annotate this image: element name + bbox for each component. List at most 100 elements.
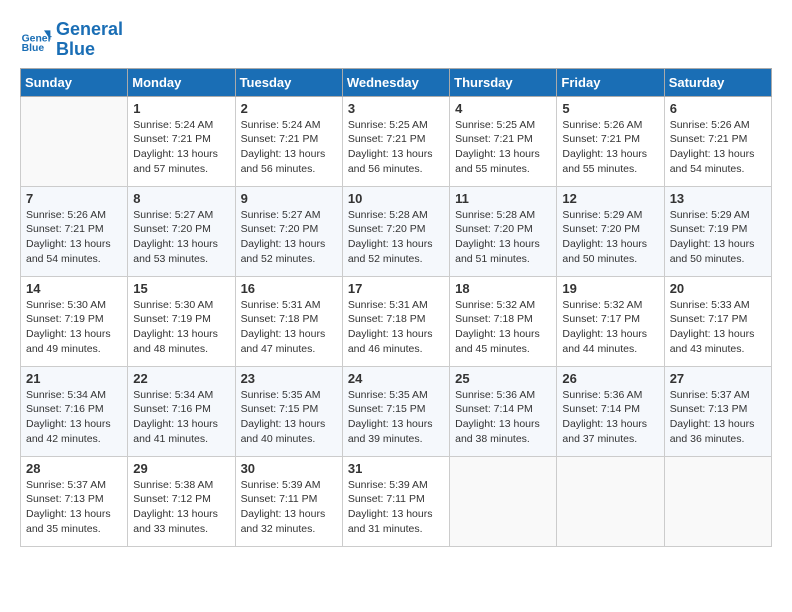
day-info: Sunrise: 5:28 AM Sunset: 7:20 PM Dayligh…: [348, 208, 444, 267]
week-row-3: 14Sunrise: 5:30 AM Sunset: 7:19 PM Dayli…: [21, 276, 772, 366]
day-number: 17: [348, 281, 444, 296]
header-cell-monday: Monday: [128, 68, 235, 96]
day-info: Sunrise: 5:37 AM Sunset: 7:13 PM Dayligh…: [26, 478, 122, 537]
day-cell: [21, 96, 128, 186]
day-cell: 13Sunrise: 5:29 AM Sunset: 7:19 PM Dayli…: [664, 186, 771, 276]
svg-text:Blue: Blue: [22, 43, 45, 54]
day-cell: 27 Sunrise: 5:37 AM Sunset: 7:13 PM Dayli…: [664, 366, 771, 456]
day-cell: 4 Sunrise: 5:25 AM Sunset: 7:21 PM Daylig…: [450, 96, 557, 186]
day-cell: 30 Sunrise: 5:39 AM Sunset: 7:11 PM Dayli…: [235, 456, 342, 546]
day-cell: 11 Sunrise: 5:28 AM Sunset: 7:20 PM Dayli…: [450, 186, 557, 276]
day-cell: [664, 456, 771, 546]
header-cell-saturday: Saturday: [664, 68, 771, 96]
day-info: Sunrise: 5:24 AM Sunset: 7:21 PM Dayligh…: [133, 118, 229, 177]
day-number: 22: [133, 371, 229, 386]
day-cell: 5 Sunrise: 5:26 AM Sunset: 7:21 PM Daylig…: [557, 96, 664, 186]
day-info: Sunrise: 5:26 AM Sunset: 7:21 PM Dayligh…: [562, 118, 658, 177]
header-row: SundayMondayTuesdayWednesdayThursdayFrid…: [21, 68, 772, 96]
week-row-1: 1 Sunrise: 5:24 AM Sunset: 7:21 PM Daylig…: [21, 96, 772, 186]
day-info: Sunrise: 5:31 AM Sunset: 7:18 PM Dayligh…: [348, 298, 444, 357]
header-cell-wednesday: Wednesday: [342, 68, 449, 96]
day-info: Sunrise: 5:37 AM Sunset: 7:13 PM Dayligh…: [670, 388, 766, 447]
logo: General Blue GeneralBlue: [20, 20, 123, 60]
day-info: Sunrise: 5:39 AM Sunset: 7:11 PM Dayligh…: [241, 478, 337, 537]
day-cell: 25 Sunrise: 5:36 AM Sunset: 7:14 PM Dayli…: [450, 366, 557, 456]
day-info: Sunrise: 5:26 AM Sunset: 7:21 PM Dayligh…: [26, 208, 122, 267]
day-cell: 3 Sunrise: 5:25 AM Sunset: 7:21 PM Daylig…: [342, 96, 449, 186]
day-info: Sunrise: 5:36 AM Sunset: 7:14 PM Dayligh…: [455, 388, 551, 447]
day-info: Sunrise: 5:33 AM Sunset: 7:17 PM Dayligh…: [670, 298, 766, 357]
week-row-5: 28 Sunrise: 5:37 AM Sunset: 7:13 PM Dayli…: [21, 456, 772, 546]
day-number: 18: [455, 281, 551, 296]
day-info: Sunrise: 5:34 AM Sunset: 7:16 PM Dayligh…: [26, 388, 122, 447]
week-row-2: 7 Sunrise: 5:26 AM Sunset: 7:21 PM Daylig…: [21, 186, 772, 276]
day-number: 11: [455, 191, 551, 206]
day-info: Sunrise: 5:27 AM Sunset: 7:20 PM Dayligh…: [241, 208, 337, 267]
calendar-table: SundayMondayTuesdayWednesdayThursdayFrid…: [20, 68, 772, 547]
day-number: 15: [133, 281, 229, 296]
day-number: 3: [348, 101, 444, 116]
day-cell: 2 Sunrise: 5:24 AM Sunset: 7:21 PM Daylig…: [235, 96, 342, 186]
day-info: Sunrise: 5:24 AM Sunset: 7:21 PM Dayligh…: [241, 118, 337, 177]
day-info: Sunrise: 5:35 AM Sunset: 7:15 PM Dayligh…: [348, 388, 444, 447]
day-cell: 16Sunrise: 5:31 AM Sunset: 7:18 PM Dayli…: [235, 276, 342, 366]
day-number: 2: [241, 101, 337, 116]
day-cell: 15Sunrise: 5:30 AM Sunset: 7:19 PM Dayli…: [128, 276, 235, 366]
day-cell: 18Sunrise: 5:32 AM Sunset: 7:18 PM Dayli…: [450, 276, 557, 366]
logo-text: GeneralBlue: [56, 20, 123, 60]
day-info: Sunrise: 5:34 AM Sunset: 7:16 PM Dayligh…: [133, 388, 229, 447]
day-cell: 24 Sunrise: 5:35 AM Sunset: 7:15 PM Dayli…: [342, 366, 449, 456]
day-info: Sunrise: 5:29 AM Sunset: 7:20 PM Dayligh…: [562, 208, 658, 267]
day-cell: 23 Sunrise: 5:35 AM Sunset: 7:15 PM Dayli…: [235, 366, 342, 456]
day-cell: 1 Sunrise: 5:24 AM Sunset: 7:21 PM Daylig…: [128, 96, 235, 186]
day-cell: 6Sunrise: 5:26 AM Sunset: 7:21 PM Daylig…: [664, 96, 771, 186]
day-number: 21: [26, 371, 122, 386]
day-info: Sunrise: 5:39 AM Sunset: 7:11 PM Dayligh…: [348, 478, 444, 537]
header-cell-sunday: Sunday: [21, 68, 128, 96]
day-cell: 8 Sunrise: 5:27 AM Sunset: 7:20 PM Daylig…: [128, 186, 235, 276]
day-number: 5: [562, 101, 658, 116]
day-cell: 21 Sunrise: 5:34 AM Sunset: 7:16 PM Dayli…: [21, 366, 128, 456]
day-number: 13: [670, 191, 766, 206]
header-cell-friday: Friday: [557, 68, 664, 96]
day-info: Sunrise: 5:26 AM Sunset: 7:21 PM Dayligh…: [670, 118, 766, 177]
day-cell: 14Sunrise: 5:30 AM Sunset: 7:19 PM Dayli…: [21, 276, 128, 366]
logo-icon: General Blue: [20, 24, 52, 56]
day-cell: 20Sunrise: 5:33 AM Sunset: 7:17 PM Dayli…: [664, 276, 771, 366]
day-number: 8: [133, 191, 229, 206]
day-number: 25: [455, 371, 551, 386]
day-info: Sunrise: 5:25 AM Sunset: 7:21 PM Dayligh…: [348, 118, 444, 177]
day-number: 24: [348, 371, 444, 386]
day-info: Sunrise: 5:38 AM Sunset: 7:12 PM Dayligh…: [133, 478, 229, 537]
day-cell: [450, 456, 557, 546]
day-info: Sunrise: 5:36 AM Sunset: 7:14 PM Dayligh…: [562, 388, 658, 447]
day-number: 26: [562, 371, 658, 386]
day-number: 28: [26, 461, 122, 476]
day-info: Sunrise: 5:27 AM Sunset: 7:20 PM Dayligh…: [133, 208, 229, 267]
day-number: 7: [26, 191, 122, 206]
day-cell: 28 Sunrise: 5:37 AM Sunset: 7:13 PM Dayli…: [21, 456, 128, 546]
day-info: Sunrise: 5:31 AM Sunset: 7:18 PM Dayligh…: [241, 298, 337, 357]
page-header: General Blue GeneralBlue: [20, 20, 772, 60]
day-info: Sunrise: 5:32 AM Sunset: 7:17 PM Dayligh…: [562, 298, 658, 357]
day-number: 4: [455, 101, 551, 116]
day-number: 23: [241, 371, 337, 386]
day-number: 1: [133, 101, 229, 116]
day-number: 10: [348, 191, 444, 206]
day-cell: [557, 456, 664, 546]
day-info: Sunrise: 5:35 AM Sunset: 7:15 PM Dayligh…: [241, 388, 337, 447]
day-cell: 26 Sunrise: 5:36 AM Sunset: 7:14 PM Dayli…: [557, 366, 664, 456]
week-row-4: 21 Sunrise: 5:34 AM Sunset: 7:16 PM Dayli…: [21, 366, 772, 456]
day-number: 12: [562, 191, 658, 206]
header-cell-thursday: Thursday: [450, 68, 557, 96]
day-number: 31: [348, 461, 444, 476]
day-cell: 12 Sunrise: 5:29 AM Sunset: 7:20 PM Dayli…: [557, 186, 664, 276]
day-number: 14: [26, 281, 122, 296]
day-number: 30: [241, 461, 337, 476]
day-number: 27: [670, 371, 766, 386]
day-number: 19: [562, 281, 658, 296]
day-cell: 17 Sunrise: 5:31 AM Sunset: 7:18 PM Dayli…: [342, 276, 449, 366]
day-info: Sunrise: 5:25 AM Sunset: 7:21 PM Dayligh…: [455, 118, 551, 177]
day-info: Sunrise: 5:28 AM Sunset: 7:20 PM Dayligh…: [455, 208, 551, 267]
day-number: 29: [133, 461, 229, 476]
